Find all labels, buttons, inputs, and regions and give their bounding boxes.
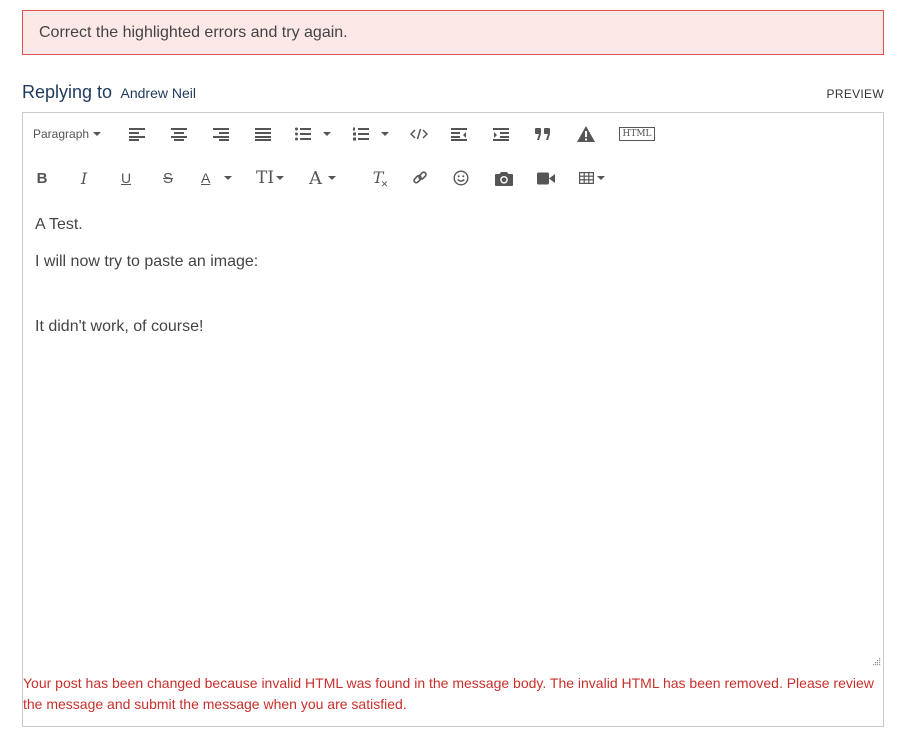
- code-button[interactable]: [408, 119, 430, 149]
- outdent-icon: [451, 128, 467, 141]
- font-color-icon: A: [201, 170, 211, 186]
- emoji-button[interactable]: [452, 163, 470, 193]
- indent-icon: [493, 128, 509, 141]
- reply-header: Replying to Andrew Neil PREVIEW: [22, 82, 884, 106]
- preview-button[interactable]: PREVIEW: [827, 87, 884, 101]
- clear-formatting-button[interactable]: T ✕: [369, 163, 389, 193]
- font-family-dropdown[interactable]: A: [309, 163, 336, 193]
- emoji-icon: [453, 170, 469, 186]
- underline-icon: U: [120, 170, 132, 186]
- paragraph-format-label: Paragraph: [33, 127, 90, 141]
- insert-link-button[interactable]: [411, 163, 429, 193]
- editor-line-1: A Test.: [35, 216, 83, 233]
- insert-video-button[interactable]: [536, 163, 556, 193]
- toolbar-row-1: Paragraph HTML: [23, 119, 883, 149]
- strikethrough-icon: S: [162, 169, 173, 187]
- align-right-icon: [213, 128, 229, 141]
- strikethrough-button[interactable]: S: [161, 163, 175, 193]
- numbered-list-dropdown[interactable]: [353, 119, 389, 149]
- chevron-down-icon: [93, 132, 102, 136]
- rich-text-editor: Paragraph HTML B I U S A TI A T ✕ A Test…: [22, 112, 884, 727]
- toolbar-row-2: B I U S A TI A T ✕: [23, 163, 883, 193]
- font-color-dropdown[interactable]: A: [201, 163, 233, 193]
- clear-x-mark: ✕: [380, 179, 389, 189]
- align-center-icon: [171, 128, 187, 141]
- chevron-down-icon: [224, 176, 233, 180]
- resize-handle-icon[interactable]: [871, 653, 881, 666]
- italic-icon: I: [80, 168, 88, 188]
- spoiler-warning-button[interactable]: [575, 119, 597, 149]
- font-size-dropdown[interactable]: TI: [256, 163, 285, 193]
- bulleted-list-icon: [295, 127, 311, 141]
- align-left-button[interactable]: [127, 119, 147, 149]
- editor-line-2: I will now try to paste an image:: [35, 253, 259, 270]
- invalid-html-error-message: Your post has been changed because inval…: [23, 675, 874, 712]
- quote-button[interactable]: [533, 119, 553, 149]
- error-alert-text: Correct the highlighted errors and try a…: [39, 24, 348, 41]
- warning-icon: [577, 126, 595, 142]
- chevron-down-icon: [276, 176, 285, 180]
- code-icon: [410, 128, 428, 140]
- underline-button[interactable]: U: [119, 163, 133, 193]
- align-left-icon: [129, 128, 145, 141]
- outdent-button[interactable]: [449, 119, 469, 149]
- italic-button[interactable]: I: [77, 163, 91, 193]
- font-family-icon: A: [309, 167, 322, 189]
- html-icon: HTML: [619, 127, 655, 141]
- bulleted-list-dropdown[interactable]: [295, 119, 331, 149]
- align-center-button[interactable]: [169, 119, 189, 149]
- table-icon: [579, 172, 594, 184]
- reply-author-link[interactable]: Andrew Neil: [121, 85, 196, 101]
- numbered-list-icon: [353, 127, 369, 141]
- chevron-down-icon: [381, 132, 389, 136]
- editor-line-3: It didn't work, of course!: [35, 318, 204, 335]
- video-camera-icon: [537, 172, 555, 184]
- chevron-down-icon: [323, 132, 331, 136]
- bold-icon: B: [36, 169, 48, 187]
- bold-button[interactable]: B: [35, 163, 49, 193]
- quote-icon: [535, 128, 550, 140]
- replying-to-label: Replying to: [22, 82, 113, 102]
- insert-table-dropdown[interactable]: [579, 163, 605, 193]
- error-alert-banner: Correct the highlighted errors and try a…: [22, 10, 884, 55]
- indent-button[interactable]: [491, 119, 511, 149]
- align-right-button[interactable]: [211, 119, 231, 149]
- align-justify-button[interactable]: [253, 119, 273, 149]
- font-size-icon: TI: [256, 168, 275, 188]
- link-icon: [413, 171, 427, 184]
- chevron-down-icon: [597, 176, 605, 180]
- html-source-button[interactable]: HTML: [618, 119, 656, 149]
- clear-formatting-icon: T ✕: [373, 168, 389, 189]
- paragraph-format-dropdown[interactable]: Paragraph: [33, 119, 102, 149]
- camera-icon: [495, 171, 513, 186]
- chevron-down-icon: [328, 176, 336, 180]
- insert-image-button[interactable]: [494, 163, 514, 193]
- align-justify-icon: [255, 128, 271, 141]
